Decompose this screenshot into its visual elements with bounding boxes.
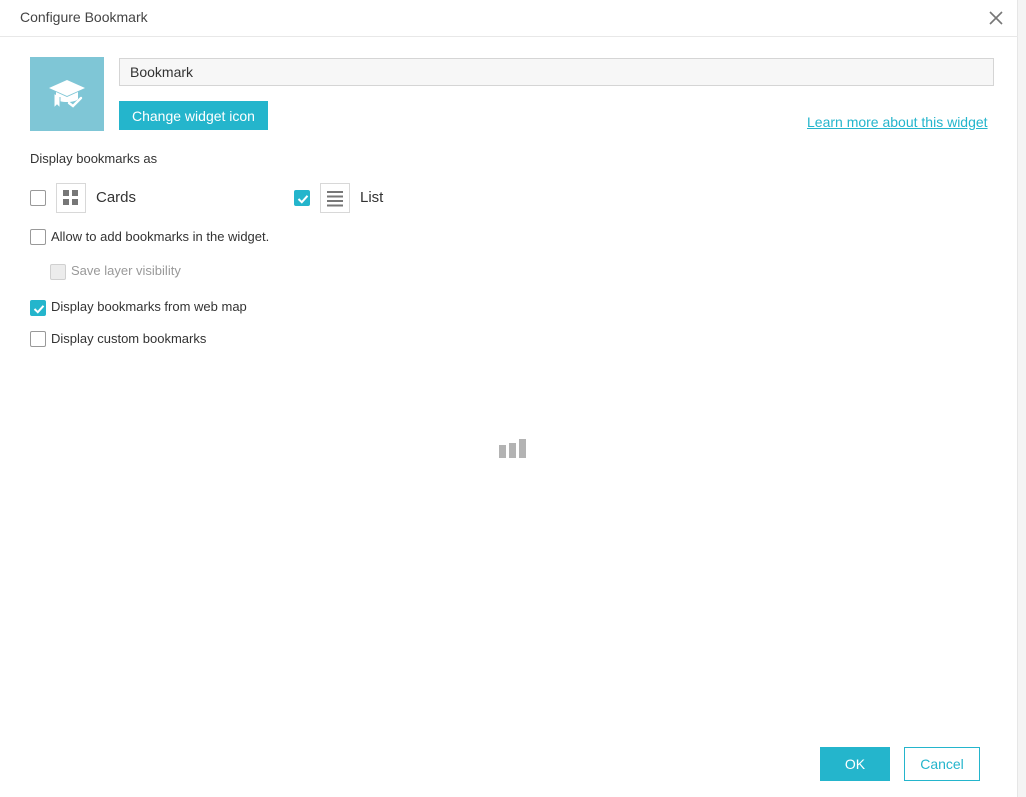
from-web-map-label: Display bookmarks from web map (51, 299, 247, 314)
allow-add-label: Allow to add bookmarks in the widget. (51, 229, 270, 244)
widget-name-input[interactable] (119, 58, 994, 86)
dialog-titlebar: Configure Bookmark (0, 0, 1018, 37)
cancel-button[interactable]: Cancel (904, 747, 980, 781)
widget-icon-preview (30, 57, 104, 131)
window-edge (1018, 0, 1026, 797)
change-widget-icon-button[interactable]: Change widget icon (119, 101, 268, 130)
custom-bookmarks-checkbox[interactable] (30, 331, 46, 347)
allow-add-checkbox[interactable] (30, 229, 46, 245)
configure-dialog: Configure Bookmark Change widget icon Le… (0, 0, 1018, 797)
list-checkbox[interactable] (294, 190, 310, 206)
dialog-title: Configure Bookmark (20, 9, 148, 25)
loading-bars-icon (499, 439, 527, 459)
custom-bookmarks-label: Display custom bookmarks (51, 331, 207, 346)
grid-icon (56, 183, 86, 213)
cards-checkbox[interactable] (30, 190, 46, 206)
ok-button[interactable]: OK (820, 747, 890, 781)
graduation-cap-book-icon (49, 80, 85, 110)
list-label: List (360, 189, 384, 206)
close-icon[interactable] (986, 8, 1006, 28)
from-web-map-checkbox[interactable] (30, 300, 46, 316)
cards-label: Cards (96, 189, 137, 206)
display-as-label: Display bookmarks as (30, 151, 158, 166)
list-icon (320, 183, 350, 213)
save-layer-visibility-label: Save layer visibility (71, 263, 181, 278)
save-layer-visibility-checkbox (50, 264, 66, 280)
learn-more-link[interactable]: Learn more about this widget (807, 114, 988, 130)
